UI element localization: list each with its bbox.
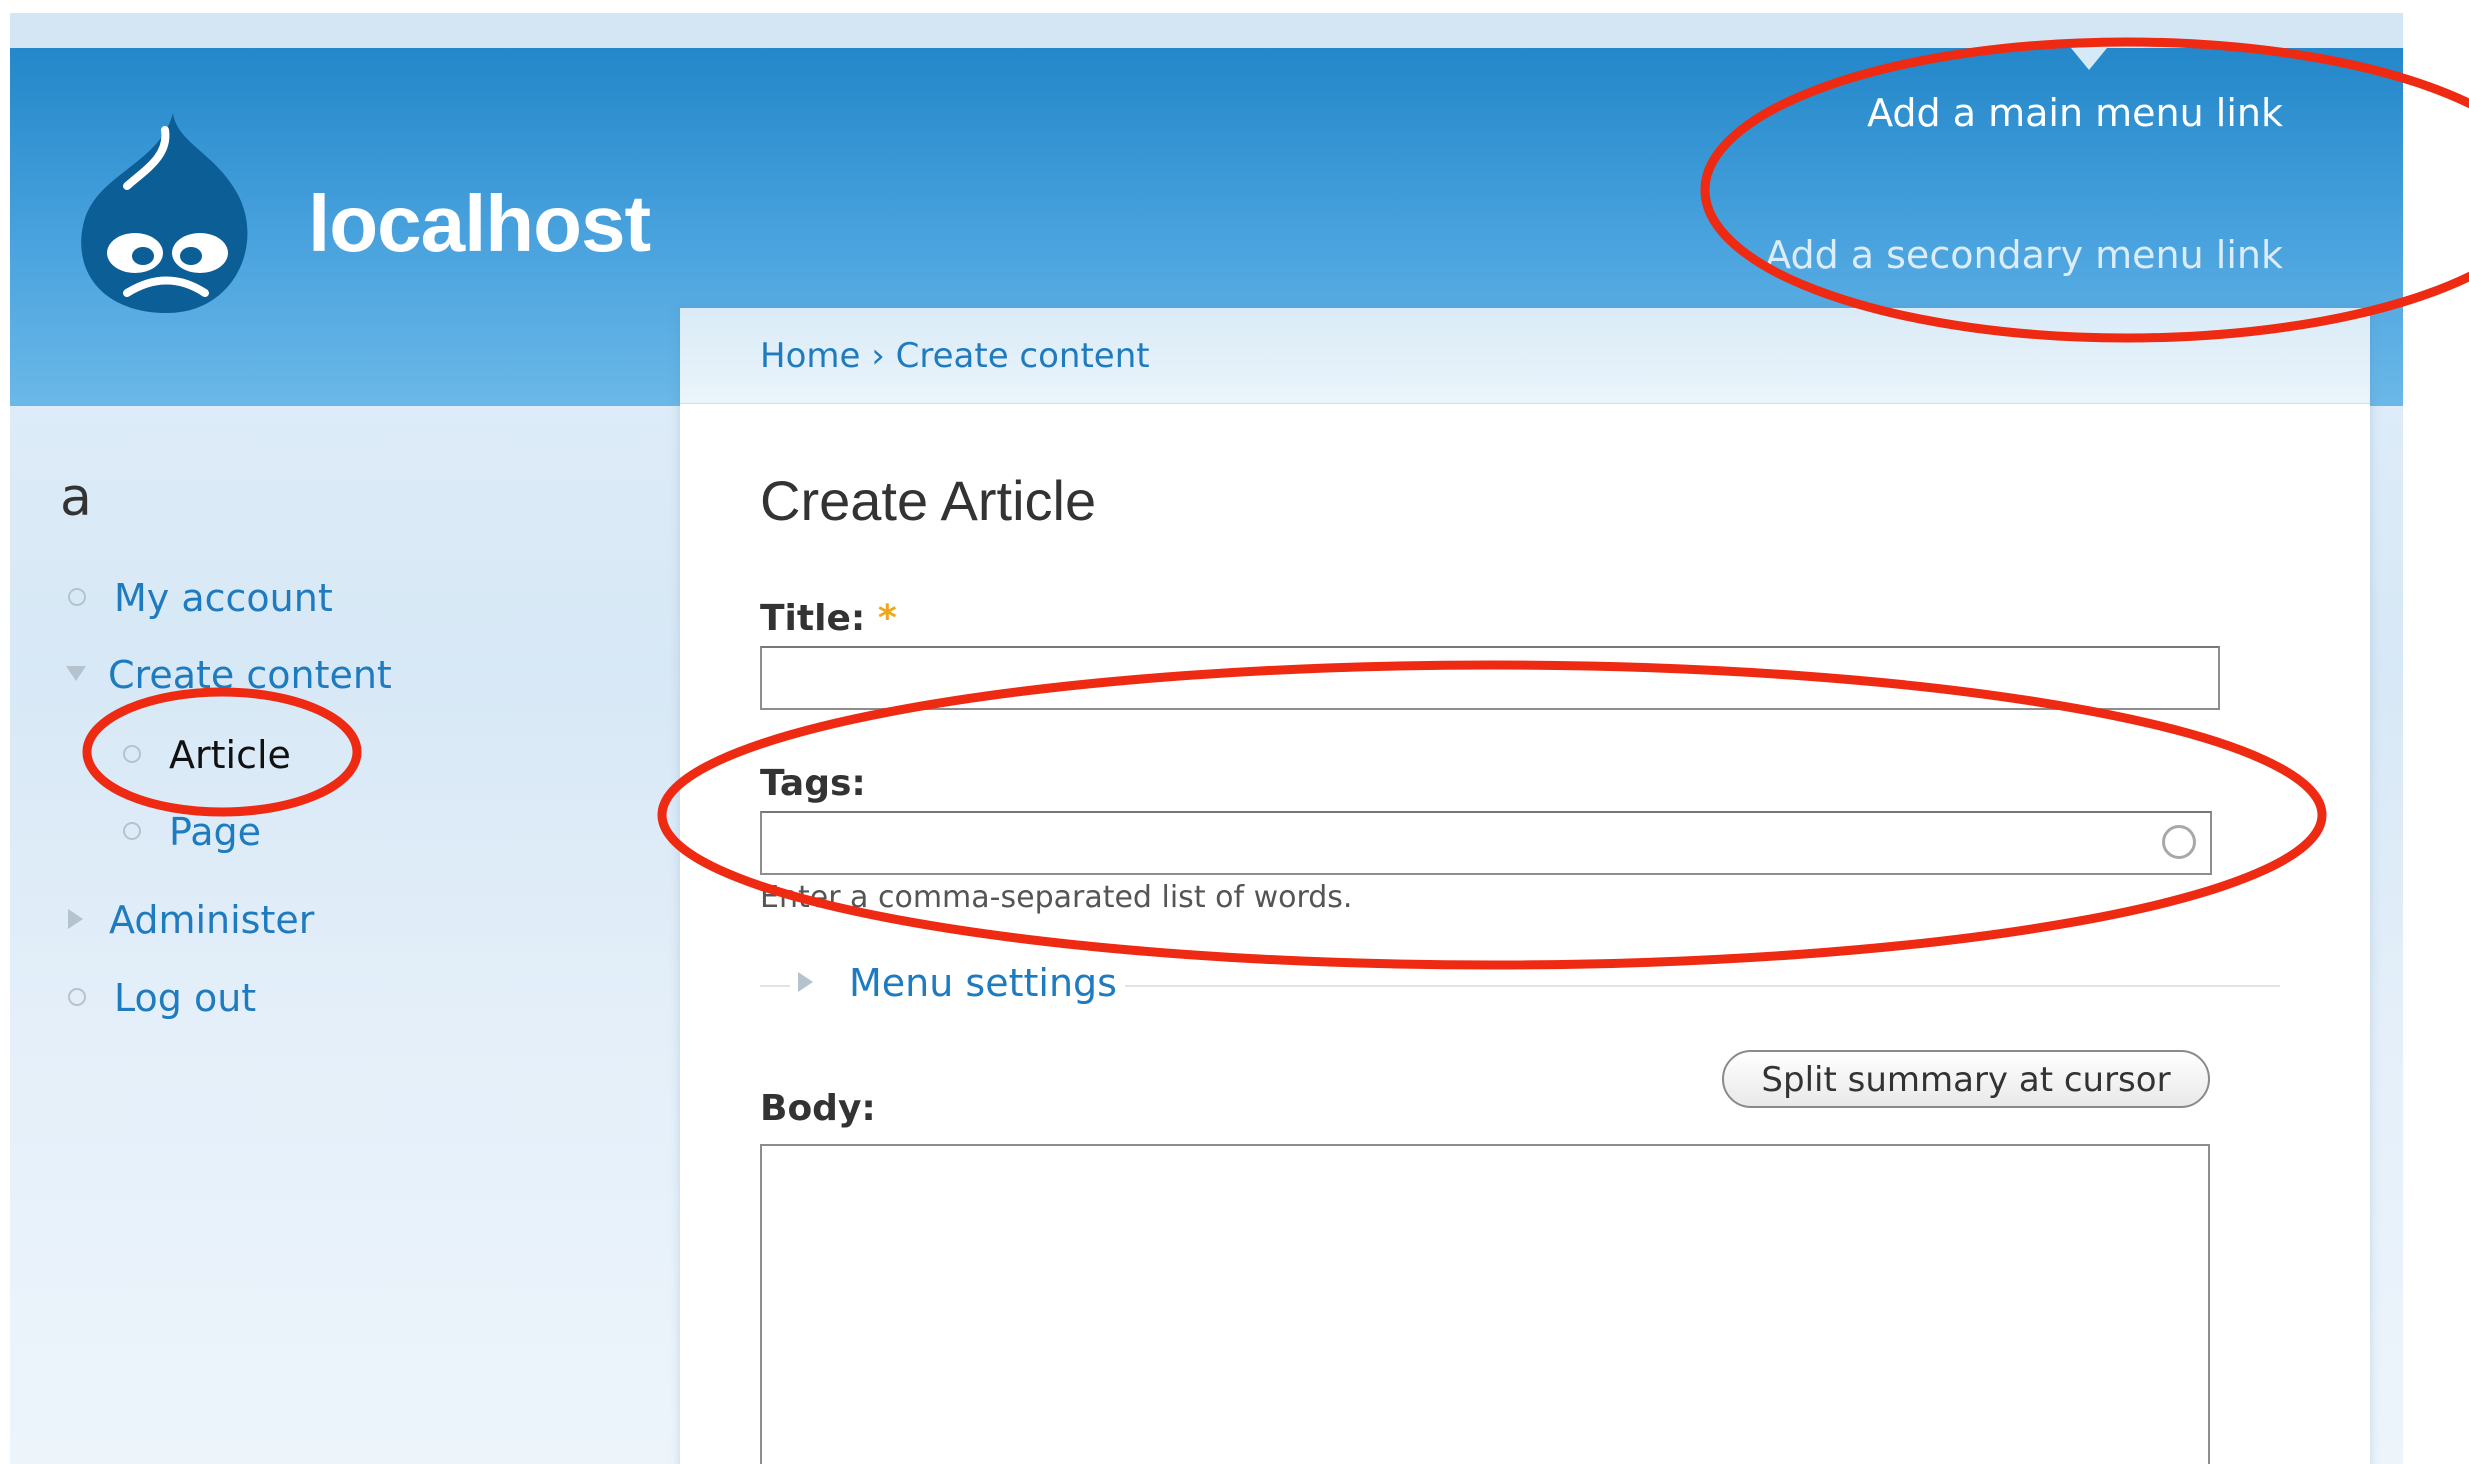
body-label: Body:: [760, 1088, 876, 1129]
expanded-triangle-icon: [66, 666, 86, 681]
title-label: Title: *: [760, 598, 897, 639]
content-panel: Home › Create content Create Article Tit…: [680, 308, 2370, 1464]
sidebar-item-label: Page: [169, 810, 261, 854]
menu-pointer-icon: [2071, 48, 2107, 70]
sidebar-item-page[interactable]: Page: [123, 810, 261, 854]
menu-settings-label: Menu settings: [849, 961, 1117, 1005]
sidebar-title: a: [60, 468, 92, 528]
site-name[interactable]: localhost: [308, 178, 651, 270]
collapsed-triangle-icon: [798, 971, 813, 992]
split-summary-button[interactable]: Split summary at cursor: [1722, 1050, 2210, 1108]
sidebar-item-label: Create content: [108, 653, 392, 697]
sidebar-item-label: Article: [169, 733, 291, 777]
title-input[interactable]: [760, 646, 2220, 710]
tags-label: Tags:: [760, 763, 866, 804]
sidebar-item-label: Log out: [114, 976, 257, 1020]
breadcrumb-home-link[interactable]: Home: [760, 336, 860, 376]
sidebar-item-label: Administer: [109, 898, 315, 942]
sidebar-item-my-account[interactable]: My account: [68, 576, 333, 620]
sidebar-item-log-out[interactable]: Log out: [68, 976, 256, 1020]
bullet-icon: [123, 821, 141, 840]
collapsed-triangle-icon: [68, 908, 83, 929]
sidebar-item-administer[interactable]: Administer: [68, 898, 314, 942]
add-main-menu-link[interactable]: Add a main menu link: [1867, 91, 2283, 135]
title-label-text: Title:: [760, 598, 866, 639]
tags-input[interactable]: [760, 811, 2212, 875]
bullet-icon: [123, 744, 141, 763]
required-asterisk: *: [877, 598, 897, 639]
drupal-logo-icon[interactable]: [65, 108, 265, 318]
top-bar: [10, 13, 2403, 48]
menu-settings-toggle[interactable]: Menu settings: [790, 961, 1125, 1005]
autocomplete-throbber-icon: [2162, 825, 2196, 859]
drupal-page: localhost Add a main menu link Add a sec…: [10, 13, 2403, 1464]
sidebar-item-article[interactable]: Article: [123, 733, 291, 777]
tags-description: Enter a comma-separated list of words.: [760, 880, 1353, 915]
breadcrumb-bar: Home › Create content: [680, 308, 2370, 404]
breadcrumb-current-link[interactable]: Create content: [896, 336, 1150, 376]
sidebar-item-label: My account: [114, 576, 333, 620]
sidebar-item-create-content[interactable]: Create content: [66, 653, 392, 697]
breadcrumb-separator: ›: [871, 336, 885, 376]
body-textarea[interactable]: [760, 1144, 2210, 1464]
page-title: Create Article: [760, 469, 1097, 532]
bullet-icon: [68, 987, 86, 1006]
breadcrumb: Home › Create content: [760, 336, 1150, 376]
add-secondary-menu-link[interactable]: Add a secondary menu link: [1765, 233, 2283, 277]
bullet-icon: [68, 587, 86, 606]
